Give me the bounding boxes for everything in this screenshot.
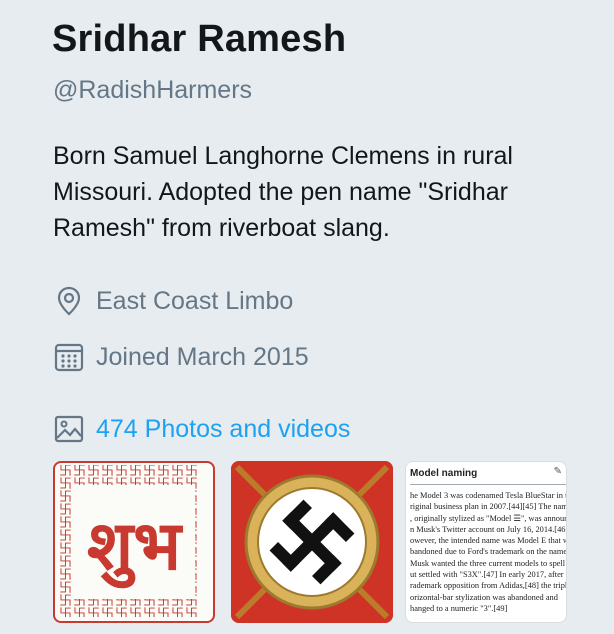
image-icon [53,413,85,445]
display-name: Sridhar Ramesh [52,18,347,60]
location-text: East Coast Limbo [96,286,294,315]
doc-line: hanged to a numeric "3".[49] [410,603,508,613]
doc-line: rademark opposition from Adidas,[48] the… [410,581,567,591]
doc-body: he Model 3 was codenamed Tesla BlueStar … [410,490,567,614]
doc-line: n Musk's Twitter account on July 16, 201… [410,524,567,534]
media-thumbnails: 卐卐卐卐卐卐卐卐卐卐卐卐卐卐卐卐卐卐卐卐卐卐卐卐卐卐卐卐卐卐卐卐卐卐卐卐卐卐卐卐… [53,461,614,634]
photos-videos-link[interactable]: 474 Photos and videos [96,415,350,444]
shubh-text: शुभ [86,506,182,586]
joined-date-text: Joined March 2015 [96,342,309,371]
profile-bio: Born Samuel Langhorne Clemens in rural M… [53,142,513,242]
thumbnail-shubh-tile[interactable]: 卐卐卐卐卐卐卐卐卐卐卐卐卐卐卐卐卐卐卐卐卐卐卐卐卐卐卐卐卐卐卐卐卐卐卐卐卐卐卐卐… [53,461,215,623]
doc-line: bandoned due to Ford's trademark on the … [410,547,567,557]
doc-line: ut settled with "S3X".[47] In early 2017… [410,570,564,580]
doc-divider [410,484,566,485]
shubh-center: शुभ [73,485,195,599]
location-pin-icon [53,285,85,317]
swastika-emblem-image [231,461,393,623]
doc-line: orizontal-bar stylization was abandoned … [410,592,558,602]
username-handle[interactable]: @RadishHarmers [53,76,252,105]
thumbnail-wiki-excerpt[interactable]: Model naming ✎ he Model 3 was codenamed … [405,461,567,623]
joined-row: Joined March 2015 [53,340,309,374]
photos-videos-row[interactable]: 474 Photos and videos [53,412,350,446]
pencil-icon: ✎ [553,466,562,477]
doc-line: , originally stylized as "Model ☰", was … [410,513,567,523]
doc-line: he Model 3 was codenamed Tesla BlueStar … [410,491,567,500]
doc-line: owever, the intended name was Model E th… [410,536,567,546]
doc-heading: Model naming [410,468,478,479]
location-row: East Coast Limbo [53,284,293,318]
doc-line: Musk wanted the three current models to … [410,558,567,568]
profile-header: Sridhar Ramesh @RadishHarmers Born Samue… [0,0,614,634]
calendar-icon [53,341,85,373]
thumbnail-emblem[interactable] [231,461,393,623]
doc-line: riginal business plan in 2007.[44][45] T… [410,502,566,512]
